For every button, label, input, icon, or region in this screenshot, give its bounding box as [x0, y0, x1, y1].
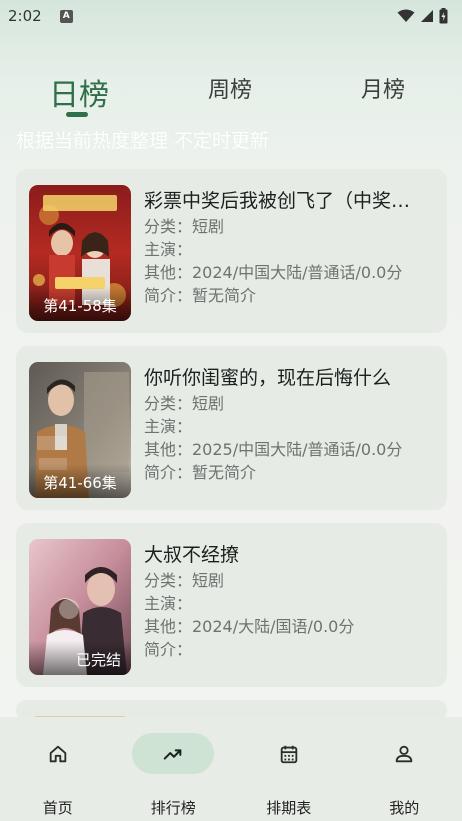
item-cast: 主演： [144, 417, 193, 436]
nav-label: 我的 [389, 799, 420, 817]
nav-profile[interactable]: 我的 [347, 717, 462, 821]
signal-icon [421, 10, 433, 22]
status-time: 2:02 [8, 7, 42, 25]
item-info: 大叔不经撩 分类：短剧 主演： 其他：2024/大陆/国语/0.0分 简介： [144, 541, 424, 661]
nav-home[interactable]: 首页 [0, 717, 116, 821]
item-intro: 简介：暂无简介 [144, 463, 257, 482]
list-item[interactable]: 已完结 大叔不经撩 分类：短剧 主演： 其他：2024/大陆/国语/0.0分 简… [16, 523, 447, 687]
item-category: 分类：短剧 [144, 217, 225, 236]
tab-monthly[interactable]: 月榜 [361, 72, 405, 104]
item-intro: 简介：暂无简介 [144, 286, 257, 305]
tab-daily[interactable]: 日榜 [49, 70, 109, 114]
notification-icon: A [59, 9, 73, 23]
poster-image: 已完结 [29, 539, 131, 675]
nav-ranking[interactable]: 排行榜 [116, 717, 232, 821]
tab-indicator [66, 112, 88, 117]
item-cast: 主演： [144, 240, 193, 259]
item-category: 分类：短剧 [144, 394, 225, 413]
item-title: 彩票中奖后我被创飞了（中奖后被全家创飞了） [144, 190, 424, 212]
item-other: 其他：2024/大陆/国语/0.0分 [144, 617, 355, 636]
status-badge: 已完结 [29, 641, 131, 675]
status-bar: 2:02 A [0, 0, 462, 32]
item-title: 大叔不经撩 [144, 544, 240, 566]
person-icon [396, 745, 413, 763]
item-other: 其他：2025/中国大陆/普通话/0.0分 [144, 440, 403, 459]
tab-weekly[interactable]: 周榜 [208, 72, 252, 104]
ranking-subtitle: 根据当前热度整理 不定时更新 [16, 130, 270, 152]
item-cast: 主演： [144, 594, 193, 613]
list-item[interactable]: 第41-58集 彩票中奖后我被创飞了（中奖后被全家创飞了） 分类：短剧 主演： … [16, 169, 447, 333]
battery-icon [439, 8, 448, 24]
ranking-list: 第41-58集 彩票中奖后我被创飞了（中奖后被全家创飞了） 分类：短剧 主演： … [16, 169, 447, 733]
item-intro: 简介： [144, 640, 193, 659]
wifi-icon [397, 9, 415, 22]
item-title: 你听你闺蜜的，现在后悔什么 [144, 367, 392, 389]
status-icons [397, 8, 448, 24]
calendar-icon [280, 745, 297, 764]
episode-badge: 第41-58集 [29, 287, 131, 321]
poster-image: 第41-58集 [29, 185, 131, 321]
episode-badge: 第41-66集 [29, 464, 131, 498]
item-other: 其他：2024/中国大陆/普通话/0.0分 [144, 263, 403, 282]
list-item[interactable]: 第41-66集 你听你闺蜜的，现在后悔什么 分类：短剧 主演： 其他：2025/… [16, 346, 447, 510]
ranking-tabs: 日榜 周榜 月榜 [0, 62, 462, 122]
poster-image: 第41-66集 [29, 362, 131, 498]
item-category: 分类：短剧 [144, 571, 225, 590]
item-info: 你听你闺蜜的，现在后悔什么 分类：短剧 主演： 其他：2025/中国大陆/普通话… [144, 364, 424, 484]
item-info: 彩票中奖后我被创飞了（中奖后被全家创飞了） 分类：短剧 主演： 其他：2024/… [144, 187, 424, 307]
nav-schedule[interactable]: 排期表 [231, 717, 347, 821]
nav-label: 排行榜 [150, 799, 196, 817]
nav-label: 首页 [42, 799, 73, 817]
bottom-navigation: 首页 排行榜 排期表 我的 [0, 717, 462, 821]
trending-icon [163, 749, 182, 760]
nav-label: 排期表 [266, 799, 312, 817]
home-icon [49, 745, 66, 763]
